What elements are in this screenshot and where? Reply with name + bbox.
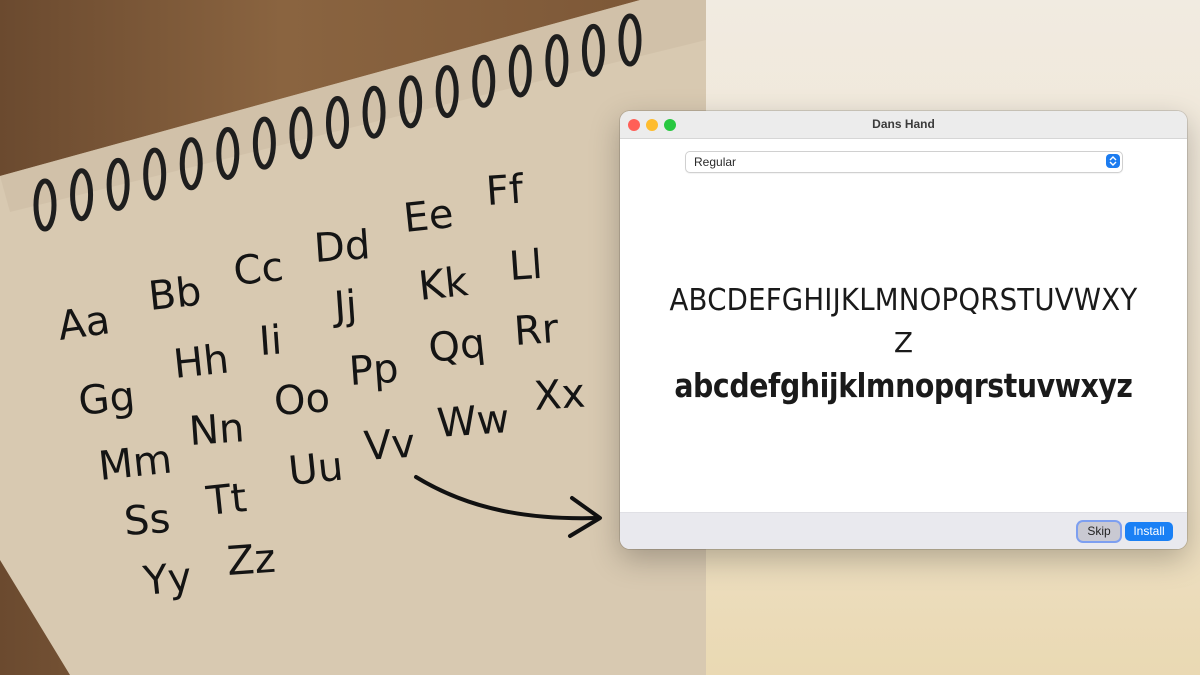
handwritten-letter-pair: Ll: [507, 242, 544, 290]
handwritten-letter-pair: Tt: [203, 475, 249, 525]
handwritten-letter-pair: Dd: [312, 222, 371, 272]
font-style-select[interactable]: Regular: [685, 151, 1123, 173]
skip-button[interactable]: Skip: [1078, 522, 1120, 541]
uppercase-preview: ABCDEFGHIJKLMNOPQRSTUVWXY: [669, 283, 1138, 318]
install-button[interactable]: Install: [1125, 522, 1173, 541]
handwritten-letter-pair: Nn: [187, 405, 245, 455]
font-preview-window: Dans Hand Regular ABCDEFGHIJKLMNOPQRSTUV…: [620, 111, 1187, 549]
handwritten-letter-pair: Hh: [171, 336, 231, 388]
handwritten-letter-pair: Xx: [532, 371, 586, 420]
window-title: Dans Hand: [872, 117, 935, 131]
title-bar[interactable]: Dans Hand: [620, 111, 1187, 139]
handwritten-letter-pair: Oo: [272, 375, 331, 425]
handwritten-letter-pair: Ii: [257, 317, 283, 364]
handwritten-letter-pair: Mm: [96, 437, 174, 490]
handwritten-letter-pair: Bb: [146, 269, 203, 320]
chevron-updown-icon: [1106, 154, 1120, 168]
handwritten-letter-pair: Qq: [426, 320, 487, 372]
handwritten-letter-pair: Pp: [347, 346, 400, 395]
handwritten-letter-pair: Vv: [362, 421, 416, 470]
lowercase-preview: abcdefghijklmnopqrstuvwxyz: [674, 366, 1133, 405]
handwritten-letter-pair: Cc: [231, 244, 285, 295]
handwritten-letter-pair: Ee: [401, 191, 455, 242]
handwritten-letter-pair: Ww: [435, 396, 510, 447]
handwritten-letter-pair: Rr: [512, 306, 560, 355]
handwritten-letter-pair: Ss: [122, 496, 171, 545]
handwritten-letter-pair: Uu: [286, 443, 345, 494]
notebook-photo: AaBb Cc DdEeFfGgHh IiJj Kk LlMmNnOoPp Qq RrSs Tt…: [0, 0, 706, 675]
handwritten-letter-pair: Zz: [225, 536, 276, 585]
handwritten-letter-pair: Kk: [416, 259, 471, 310]
handwritten-letter-pair: Gg: [76, 373, 137, 425]
uppercase-preview-wrap: Z: [893, 326, 914, 359]
button-bar: Skip Install: [620, 512, 1187, 549]
handwritten-letter-pair: Aa: [55, 297, 113, 350]
handwritten-letter-pair: Ff: [484, 166, 525, 215]
font-style-value: Regular: [694, 155, 737, 169]
handwritten-letter-pair: Yy: [140, 554, 194, 605]
